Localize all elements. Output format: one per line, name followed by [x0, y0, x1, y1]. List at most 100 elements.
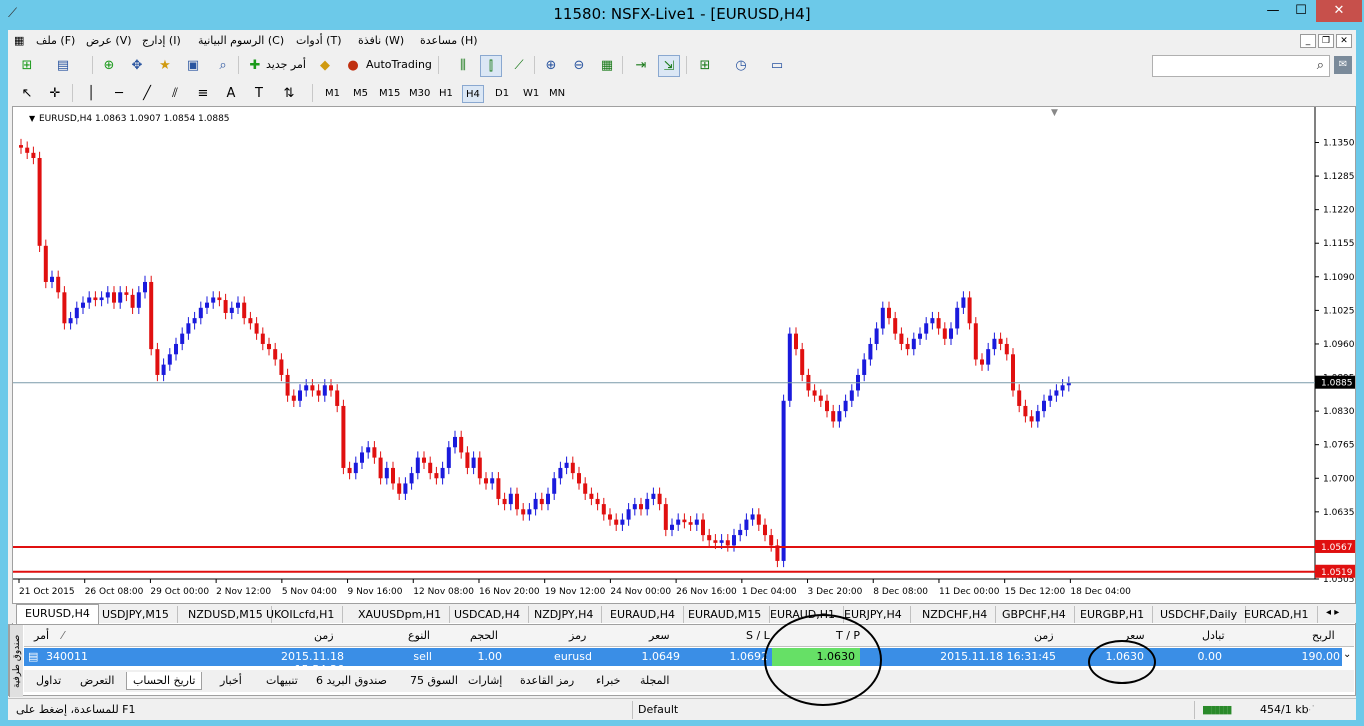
tab-mailbox[interactable]: صندوق البريد 6 [310, 672, 393, 690]
bar-chart-icon[interactable]: ⫼ [452, 55, 474, 77]
close-button[interactable]: ✕ [1316, 0, 1362, 22]
zoom-out-icon[interactable]: ⊖ [568, 55, 590, 77]
tab-scroll-icon[interactable]: ◂ ▸ [1326, 607, 1339, 618]
horizontal-line-icon[interactable]: ─ [108, 83, 130, 105]
autoscroll-icon[interactable]: ⇲ [658, 55, 680, 77]
symbol-tab[interactable]: EURCAD,H1 [1236, 606, 1318, 623]
timeframe-h4[interactable]: H4 [462, 85, 484, 103]
symbol-tab[interactable]: NZDCHF,H4 [914, 606, 997, 623]
tab-code-base[interactable]: رمز القاعدة [514, 672, 580, 690]
tab-signals[interactable]: إشارات [462, 672, 508, 690]
col-type[interactable]: النوع [408, 629, 430, 642]
tab-journal[interactable]: المجلة [634, 672, 675, 690]
menu-help[interactable]: مساعدة (H) [420, 34, 478, 47]
symbol-tab[interactable]: USDCAD,H4 [446, 606, 529, 623]
symbol-tab[interactable]: XAUUSDpm,H1 [350, 606, 451, 623]
tab-market[interactable]: السوق 75 [404, 672, 464, 690]
candlestick-chart[interactable]: ▼ EURUSD,H4 1.0863 1.0907 1.0854 1.0885 … [13, 107, 1356, 607]
fibonacci-icon[interactable]: ≡ [192, 83, 214, 105]
col-volume[interactable]: الحجم [470, 629, 498, 642]
indicators-icon[interactable]: ⊞ [694, 55, 716, 77]
symbol-tab[interactable]: EURGBP,H1 [1072, 606, 1154, 623]
market-watch-icon[interactable]: ⊕ [98, 55, 120, 77]
menu-file[interactable]: ملف (F) [36, 34, 75, 47]
menu-insert[interactable]: إدارج (I) [142, 34, 181, 47]
data-window-icon[interactable]: ✥ [126, 55, 148, 77]
arrows-icon[interactable]: ⇅ [278, 83, 300, 105]
tab-exposure[interactable]: التعرض [74, 672, 120, 690]
chart-shift-icon[interactable]: ⇥ [630, 55, 652, 77]
tab-news[interactable]: أخبار [214, 672, 248, 690]
new-order-button[interactable]: أمر جديد [266, 58, 306, 71]
menu-charts[interactable]: الرسوم البيانية (C) [198, 34, 284, 47]
sort-icon[interactable]: ⁄ [62, 629, 64, 642]
col-sl[interactable]: S / L [746, 629, 770, 642]
col-profit[interactable]: الربح [1312, 629, 1335, 642]
mdi-minimize-button[interactable]: _ [1300, 34, 1316, 48]
terminal-icon[interactable]: ▣ [182, 55, 204, 77]
mdi-close-button[interactable]: ✕ [1336, 34, 1352, 48]
minimize-button[interactable]: — [1260, 0, 1286, 22]
metaeditor-icon[interactable]: ◆ [314, 55, 336, 77]
col-swap[interactable]: تبادل [1202, 629, 1225, 642]
maximize-button[interactable]: ☐ [1288, 0, 1314, 22]
terminal-side-label[interactable]: صندوق طرفية [9, 625, 23, 697]
col-price[interactable]: سعر [649, 629, 670, 642]
timeframe-m15[interactable]: M15 [376, 85, 403, 103]
timeframe-mn[interactable]: MN [546, 85, 568, 103]
crosshair-icon[interactable]: ✛ [44, 83, 66, 105]
symbol-tab[interactable]: NZDJPY,H4 [526, 606, 603, 623]
templates-icon[interactable]: ▭ [766, 55, 788, 77]
tile-windows-icon[interactable]: ▦ [596, 55, 618, 77]
candlestick-chart-icon[interactable]: ⫿ [480, 55, 502, 77]
tab-alerts[interactable]: تنبيهات [260, 672, 304, 690]
col-symbol[interactable]: رمز [569, 629, 586, 642]
search-icon[interactable]: ⌕ [1317, 58, 1324, 73]
line-chart-icon[interactable]: ⟋ [508, 55, 530, 77]
mdi-restore-button[interactable]: ❐ [1318, 34, 1334, 48]
text-icon[interactable]: A [220, 83, 242, 105]
timeframe-d1[interactable]: D1 [492, 85, 512, 103]
tab-account-history[interactable]: تاريخ الحساب [126, 672, 203, 690]
symbol-tab[interactable]: EURAUD,M15 [680, 606, 771, 623]
menu-window[interactable]: نافذة (W) [358, 34, 404, 47]
symbol-tab[interactable]: EURAUD,H4 [602, 606, 685, 623]
cursor-icon[interactable]: ↖ [16, 83, 38, 105]
strategy-tester-icon[interactable]: ⌕ [212, 55, 234, 77]
timeframe-h1[interactable]: H1 [436, 85, 456, 103]
chart-shift-marker-icon[interactable]: ▼ [1051, 108, 1058, 118]
autotrading-button[interactable]: AutoTrading [366, 58, 432, 71]
symbol-tab[interactable]: EURUSD,H4 [16, 604, 99, 624]
timeframe-m5[interactable]: M5 [350, 85, 371, 103]
new-chart-icon[interactable]: ⊞ [16, 55, 38, 77]
scroll-down-icon[interactable]: ⌄ [1343, 649, 1351, 660]
vertical-line-icon[interactable]: │ [80, 83, 102, 105]
text-label-icon[interactable]: T [248, 83, 270, 105]
tab-trade[interactable]: تداول [30, 672, 67, 690]
equidistant-channel-icon[interactable]: ⫽ [164, 83, 186, 105]
symbol-tab[interactable]: GBPCHF,H4 [994, 606, 1075, 623]
timeframe-m30[interactable]: M30 [406, 85, 433, 103]
tab-experts[interactable]: خبراء [590, 672, 626, 690]
zoom-in-icon[interactable]: ⊕ [540, 55, 562, 77]
price-chart[interactable]: ▼ EURUSD,H4 1.0863 1.0907 1.0854 1.0885 … [12, 106, 1356, 633]
symbol-tab[interactable]: USDCHF,Daily [1152, 606, 1247, 623]
autotrading-icon[interactable]: ● [342, 55, 364, 77]
menu-tools[interactable]: أدوات (T) [296, 34, 342, 47]
col-time[interactable]: زمن [314, 629, 334, 642]
col-close-time[interactable]: زمن [1034, 629, 1054, 642]
timeframe-m1[interactable]: M1 [322, 85, 343, 103]
trendline-icon[interactable]: ╱ [136, 83, 158, 105]
timeframe-w1[interactable]: W1 [520, 85, 542, 103]
profiles-icon[interactable]: ▤ [52, 55, 74, 77]
chat-icon[interactable]: ✉ [1334, 56, 1352, 74]
symbol-tab[interactable]: UKOILcfd,H1 [258, 606, 344, 623]
menu-view[interactable]: عرض (V) [86, 34, 132, 47]
col-order[interactable]: أمر [34, 629, 49, 642]
new-order-icon[interactable]: ✚ [244, 55, 266, 77]
periods-icon[interactable]: ◷ [730, 55, 752, 77]
resize-grip-icon[interactable]: ⋰ [1304, 703, 1315, 716]
search-input[interactable]: ⌕ [1152, 55, 1330, 77]
symbol-tab[interactable]: USDJPY,M15 [94, 606, 178, 623]
navigator-icon[interactable]: ★ [154, 55, 176, 77]
